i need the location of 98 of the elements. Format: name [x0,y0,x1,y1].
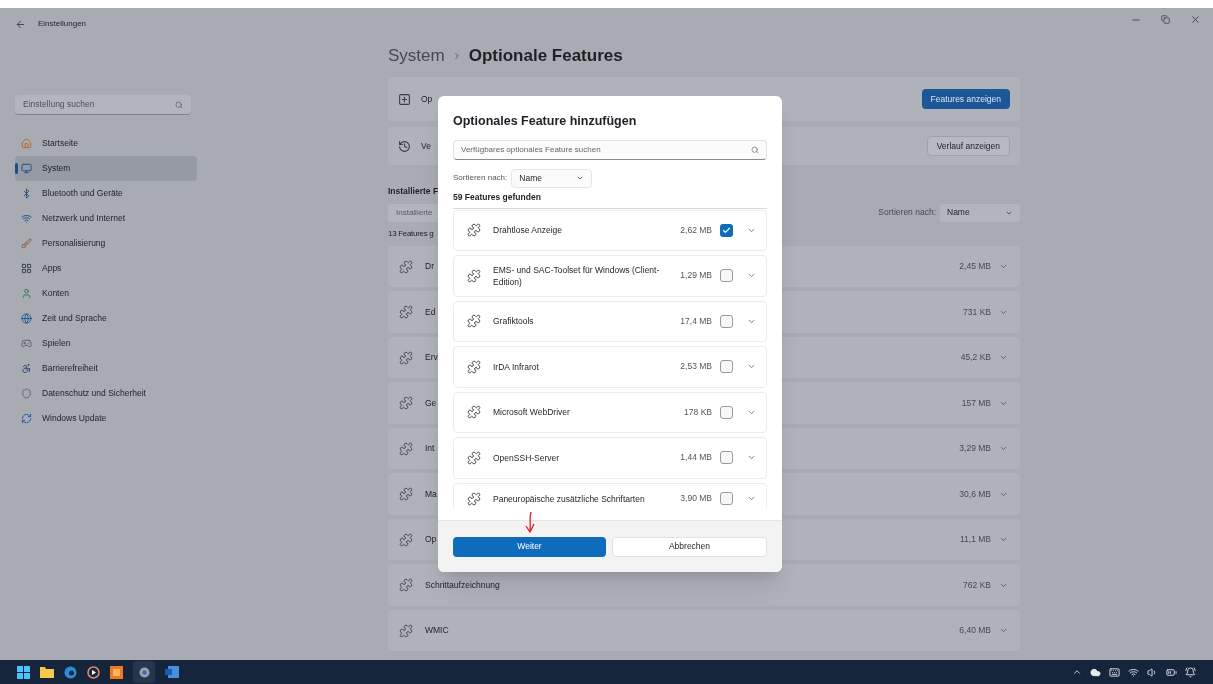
checkbox[interactable] [720,360,733,374]
sidebar-item[interactable]: Apps [15,256,197,281]
puzzle-icon [399,259,413,274]
sort-dropdown[interactable]: Name [940,203,1020,222]
puzzle-icon [467,223,481,238]
puzzle-icon [399,532,413,547]
puzzle-icon [467,359,481,374]
checkbox[interactable] [720,491,733,505]
puzzle-icon [467,314,481,329]
home-icon [21,138,32,149]
sidebar-item[interactable]: Datenschutz und Sicherheit [15,381,197,406]
checkbox[interactable] [720,405,733,419]
chevron-up-icon[interactable] [1072,667,1082,677]
brush-icon [21,238,32,249]
arrow-annotation-icon [524,511,536,535]
windows-logo-icon[interactable] [17,665,30,679]
back-icon[interactable] [15,18,26,30]
sort-label: Sortieren nach: [878,206,936,220]
sidebar-item[interactable]: Barrierefreiheit [15,356,197,381]
checkbox[interactable] [720,451,733,465]
sidebar-item[interactable]: Startseite [15,131,197,156]
selection-indicator [15,163,18,174]
feature-item[interactable]: IrDA Infrarot 2,53 MB [453,346,767,388]
sort-dropdown[interactable]: Name [511,168,593,188]
sidebar-item[interactable]: Konten [15,281,197,306]
puzzle-icon [399,578,413,592]
puzzle-icon [467,405,481,420]
puzzle-icon [399,441,413,456]
puzzle-icon [399,487,413,501]
search-field[interactable]: Einstellung suchen [15,95,191,115]
feature-item[interactable]: Paneuropäische zusätzliche Schriftarten 3,90 MB [453,482,767,508]
chevron-icon [999,444,1008,453]
puzzle-icon [467,491,481,506]
puzzle-icon [399,350,413,365]
puzzle-icon [467,450,481,465]
window-title: Einstellungen [38,18,87,30]
wifi-icon [21,213,32,224]
checkbox[interactable] [720,269,733,283]
puzzle-icon [399,396,413,410]
sort-label: Sortieren nach: [453,172,508,185]
sidebar-item[interactable]: Netzwerk und Internet [15,206,197,231]
search-field[interactable]: Verfügbares optionales Feature suchen [453,139,767,160]
monitor-icon [21,163,32,174]
checkbox[interactable] [720,314,733,328]
feature-count: 59 Features gefunden [453,190,542,204]
feature-item[interactable]: Grafiktools 17,4 MB [453,300,767,342]
puzzle-icon [399,305,413,319]
checkbox[interactable] [720,223,733,237]
history-icon [398,139,411,153]
shield-icon [21,388,32,399]
feature-item[interactable]: Drahtlose Anzeige 2,62 MB [453,209,767,251]
bluetooth-icon [21,188,32,199]
cancel-button[interactable]: Abbrechen [612,536,767,557]
page-title: Optionale Features [468,45,623,68]
folder-icon[interactable] [40,666,54,678]
document-app-icon[interactable] [165,666,179,678]
person-icon [21,288,32,299]
breadcrumb-parent[interactable]: System [388,43,445,69]
volume-icon[interactable] [1147,666,1158,678]
media-player-icon[interactable] [87,665,100,679]
apps-icon [21,263,32,274]
sidebar-item[interactable]: Spielen [15,331,197,356]
notification-icon[interactable] [1185,666,1196,678]
battery-icon[interactable] [1166,666,1177,678]
chevron-icon [999,535,1008,544]
chevron-icon [999,353,1008,362]
search-icon [175,100,183,109]
search-field[interactable]: Installierte [388,203,438,222]
puzzle-icon [399,623,413,638]
chevron-icon [999,626,1008,635]
globe-icon [21,313,32,324]
feature-item[interactable]: OpenSSH-Server 1,44 MB [453,437,767,479]
feature-count: 13 Features g [388,227,434,240]
cloud-icon[interactable] [1090,666,1101,678]
section-heading: Installierte F [388,185,439,198]
update-icon [21,413,32,424]
puzzle-icon [467,268,481,283]
sidebar-item[interactable]: Windows Update [15,406,197,431]
feature-item[interactable]: Microsoft WebDriver 178 KB [453,391,767,433]
gamepad-icon [21,338,32,349]
card-button[interactable]: Features anzeigen [921,89,1010,109]
close-icon[interactable] [1190,14,1201,25]
accessibility-icon [21,363,32,374]
sidebar-item[interactable]: System [15,156,197,181]
check-icon [722,225,731,235]
app-icon[interactable] [110,665,123,679]
chevron-icon [999,262,1008,271]
feature-item[interactable]: EMS- und SAC-Toolset für Windows (Client-Edition) 1,29 MB [453,255,767,297]
feature-row[interactable]: WMIC 6,40 MB [388,609,1020,652]
keyboard-icon[interactable] [1109,666,1120,678]
sidebar-item[interactable]: Personalisierung [15,231,197,256]
wifi-icon[interactable] [1128,666,1139,678]
feature-row[interactable]: Schrittaufzeichnung 762 KB [388,564,1020,606]
sidebar-item[interactable]: Bluetooth und Geräte [15,181,197,206]
search-icon [751,145,759,154]
primary-button[interactable]: Weiter [453,536,606,557]
card-button[interactable]: Verlauf anzeigen [926,136,1010,156]
sidebar-item[interactable]: Zeit und Sprache [15,306,197,331]
